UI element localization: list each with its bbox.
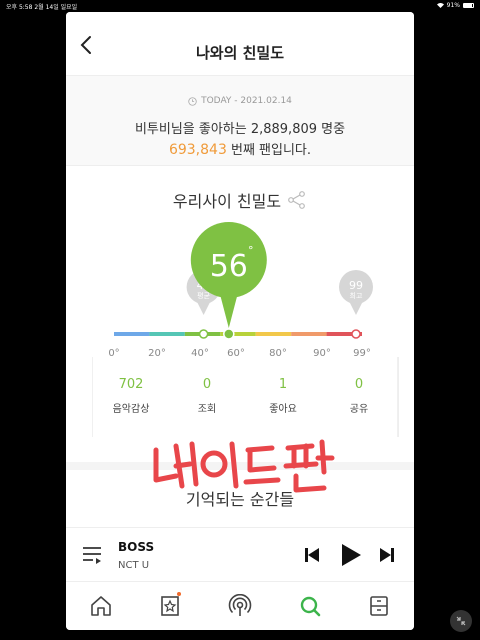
- tab-storage[interactable]: [344, 582, 414, 630]
- max-marker-dot: [351, 329, 361, 339]
- status-bar: 오후 5:58 2월 14일 일요일 91%: [0, 0, 480, 12]
- fan-rank-number: 693,843: [168, 142, 227, 158]
- gauge-segment: [114, 332, 150, 336]
- stat-value: 0: [202, 377, 212, 392]
- search-icon: [300, 596, 320, 617]
- stat-shares: 0 공유: [321, 357, 397, 437]
- previous-track-button[interactable]: [304, 547, 320, 563]
- stat-value: 0: [354, 377, 364, 392]
- fan-rank-box: TODAY - 2021.02.14 비투비님을 좋아하는 2,889,809 …: [66, 76, 414, 166]
- stat-value: 702: [118, 377, 144, 392]
- clock-icon: [188, 96, 197, 106]
- today-date: TODAY - 2021.02.14: [201, 96, 292, 106]
- tab-home[interactable]: [66, 582, 136, 630]
- page-title: 나와의 친밀도: [195, 44, 285, 62]
- play-button[interactable]: [340, 543, 362, 567]
- gauge-markers: 42평균99최고56°: [186, 222, 373, 340]
- bottom-tab-bar: [66, 581, 414, 630]
- storage-icon: [370, 596, 388, 616]
- broadcast-icon: [228, 594, 252, 616]
- mini-player[interactable]: BOSS NCT U: [66, 527, 414, 581]
- tab-broadcast[interactable]: [205, 582, 275, 630]
- fullscreen-toggle-button[interactable]: [450, 610, 472, 632]
- collapse-arrows-icon: [456, 616, 466, 626]
- battery-percent: 91%: [446, 2, 460, 9]
- max-marker-value: 99: [349, 279, 363, 292]
- battery-icon: [463, 3, 474, 8]
- average-marker-label: 평균: [197, 291, 210, 300]
- stat-views: 0 조회: [169, 357, 245, 437]
- tab-star-card[interactable]: [136, 582, 206, 630]
- next-track-button[interactable]: [379, 547, 395, 563]
- fan-rank-text: 693,843 번째 팬입니다.: [66, 139, 414, 158]
- fans-count-text: 비투비님을 좋아하는 2,889,809 명중: [134, 122, 346, 137]
- stat-likes: 1 좋아요: [245, 357, 321, 437]
- intimacy-gauge: 0°20°40°60°80°90°99° 42평균99최고56°: [108, 222, 373, 359]
- intimacy-value: 56: [210, 249, 248, 284]
- stat-label: 음악감상: [112, 404, 150, 415]
- song-title[interactable]: BOSS: [118, 540, 154, 554]
- share-icon[interactable]: [287, 190, 307, 210]
- stat-label: 공유: [349, 404, 369, 415]
- average-marker-dot: [198, 329, 209, 339]
- degree-symbol: °: [248, 244, 254, 257]
- intimacy-title: 우리사이 친밀도: [172, 192, 282, 211]
- fan-rank-suffix: 번째 팬입니다.: [226, 143, 312, 158]
- header: 나와의 친밀도: [66, 12, 414, 76]
- today-line: TODAY - 2021.02.14: [66, 96, 414, 106]
- gauge-segment: [291, 332, 327, 336]
- gauge-segment: [255, 332, 292, 336]
- song-artist: NCT U: [118, 560, 150, 571]
- max-marker-label: 최고: [350, 291, 363, 300]
- status-time-date: 오후 5:58 2월 14일 일요일: [6, 4, 78, 11]
- stat-label: 좋아요: [269, 404, 297, 415]
- wifi-icon: [436, 3, 444, 8]
- star-card-icon: [161, 596, 180, 616]
- stat-label: 조회: [197, 404, 217, 415]
- gauge-bar: [114, 332, 362, 336]
- stats-next-card-edge: [398, 357, 399, 437]
- intimacy-title-row: 우리사이 친밀도: [66, 188, 414, 212]
- stats-row: 702 음악감상 0 조회 1 좋아요 0 공유: [92, 357, 398, 437]
- playlist-icon[interactable]: [82, 545, 104, 565]
- nate-pann-watermark: [153, 439, 335, 493]
- tab-search[interactable]: [275, 582, 345, 630]
- stat-value: 1: [278, 377, 288, 392]
- status-right: 91%: [436, 2, 474, 9]
- value-dot: [223, 328, 235, 340]
- app-screen: 나와의 친밀도 TODAY - 2021.02.14 비투비님을 좋아하는 2,…: [66, 12, 414, 630]
- notification-dot: [176, 592, 181, 596]
- home-icon: [90, 596, 111, 616]
- gauge-segment: [149, 332, 185, 336]
- stat-listen: 702 음악감상: [93, 357, 169, 437]
